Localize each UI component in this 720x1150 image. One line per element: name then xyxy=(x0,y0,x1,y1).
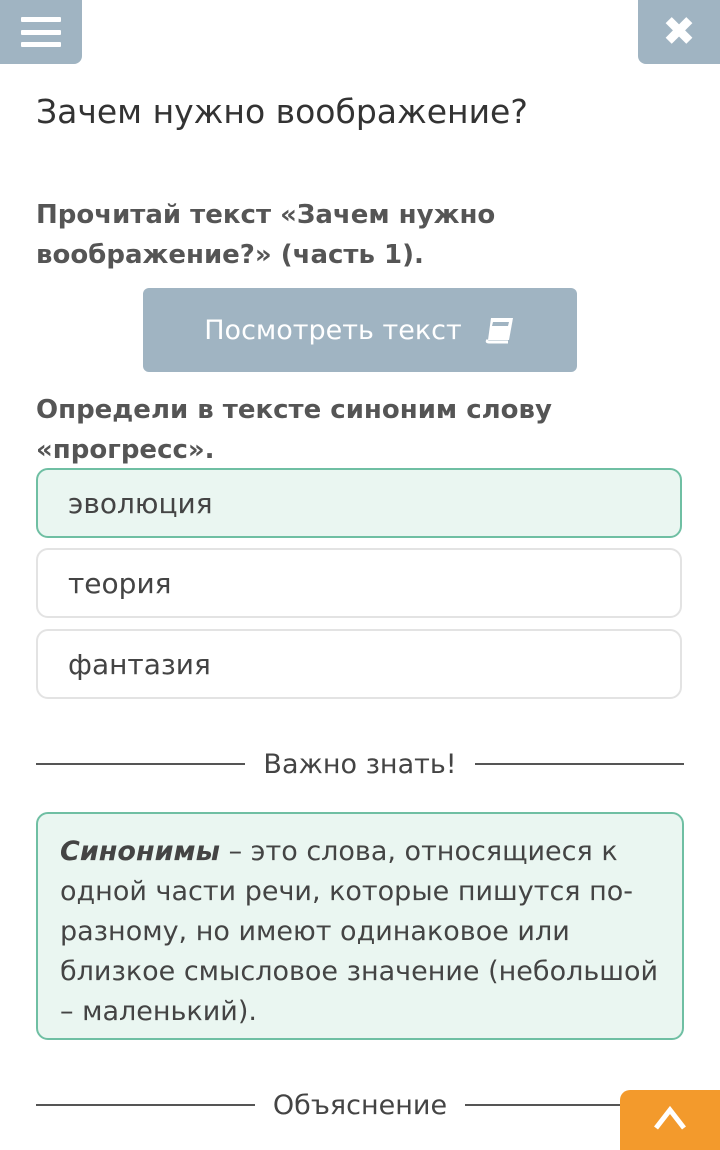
view-text-button-label: Посмотреть текст xyxy=(204,314,462,346)
explanation-divider[interactable]: Объяснение xyxy=(36,1083,684,1127)
close-icon: ✖ xyxy=(662,9,696,55)
task-instruction: Прочитай текст «Зачем нужно воображение?… xyxy=(36,200,496,270)
question-text: Определи в тексте синоним слову «прогрес… xyxy=(36,395,552,465)
answer-option-label: фантазия xyxy=(68,647,211,681)
scroll-up-button[interactable] xyxy=(620,1090,720,1150)
menu-button[interactable] xyxy=(0,0,82,64)
explanation-heading: Объяснение xyxy=(272,1089,448,1121)
close-button[interactable]: ✖ xyxy=(638,0,720,64)
book-icon xyxy=(485,318,513,344)
answer-option-theory[interactable]: теория xyxy=(36,548,682,618)
answer-option-label: теория xyxy=(68,566,172,600)
divider-line xyxy=(36,763,246,765)
important-divider: Важно знать! xyxy=(36,742,685,786)
page-title: Зачем нужно воображение? xyxy=(36,92,528,131)
divider-line xyxy=(36,1104,255,1106)
important-heading: Важно знать! xyxy=(263,748,457,780)
answer-option-label: эволюция xyxy=(68,486,213,520)
view-text-button[interactable]: Посмотреть текст xyxy=(143,288,577,372)
hamburger-menu-icon xyxy=(21,17,61,47)
definition-term: Синонимы xyxy=(60,836,220,867)
answer-option-evolution[interactable]: эволюция xyxy=(36,468,682,538)
important-info-box: Синонимы – это слова, относящиеся к одно… xyxy=(36,812,684,1040)
chevron-up-icon xyxy=(654,1105,686,1130)
answer-option-fantasy[interactable]: фантазия xyxy=(36,629,682,699)
divider-line xyxy=(474,763,685,765)
